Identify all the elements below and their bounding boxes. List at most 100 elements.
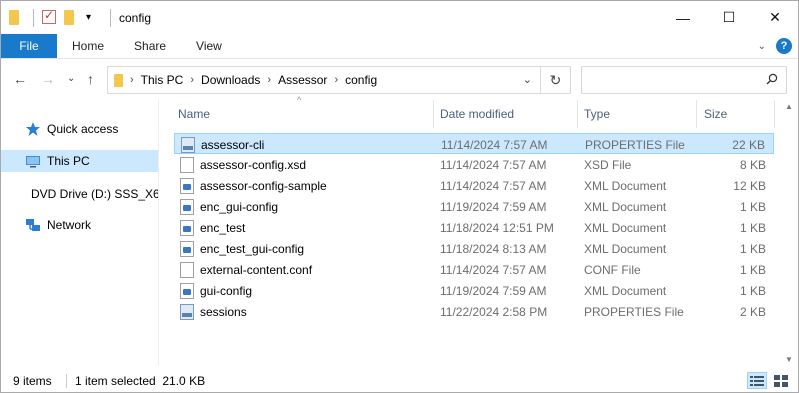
file-name: external-content.conf [200, 262, 313, 277]
maximize-button[interactable]: ☐ [706, 1, 752, 34]
column-header-name[interactable]: Name [178, 100, 210, 128]
up-arrow-icon[interactable]: ↑ [87, 71, 94, 87]
xml-file-icon [180, 198, 194, 215]
file-name-cell: external-content.conf [180, 259, 312, 280]
sidebar-item-label: This PC [47, 154, 90, 168]
customize-toolbar-dropdown-icon[interactable]: ▾ [86, 10, 102, 26]
column-header-size[interactable]: Size [704, 100, 727, 128]
column-divider[interactable] [433, 100, 434, 128]
address-bar[interactable]: › This PC › Downloads › Assessor › confi… [107, 66, 571, 94]
file-name-cell: enc_test_gui-config [180, 238, 304, 259]
chevron-right-icon[interactable]: › [130, 74, 134, 86]
refresh-icon[interactable]: ↻ [540, 67, 570, 93]
tab-home[interactable]: Home [57, 34, 119, 58]
file-type: XML Document [584, 220, 667, 235]
file-size: 2 KB [739, 304, 766, 319]
details-view-button[interactable] [747, 372, 767, 389]
file-date: 11/22/2024 2:58 PM [440, 304, 548, 319]
file-size: 1 KB [739, 283, 766, 298]
large-icons-view-button[interactable] [771, 372, 791, 389]
breadcrumb-this-pc[interactable]: This PC [141, 73, 184, 87]
tab-file[interactable]: File [1, 34, 57, 58]
window-title: config [119, 10, 152, 25]
folder-icon [9, 9, 25, 26]
item-count: 9 items [13, 374, 52, 388]
tab-view[interactable]: View [181, 34, 237, 58]
recent-locations-chevron-icon[interactable]: ⌄ [67, 73, 75, 84]
back-arrow-icon[interactable]: ← [13, 71, 27, 87]
folder-icon [114, 73, 123, 87]
ribbon-tabs: File Home Share View ⌄ ? [1, 34, 798, 58]
expand-ribbon-chevron-icon[interactable]: ⌄ [758, 41, 766, 52]
file-name: assessor-cli [201, 137, 265, 152]
pane-divider[interactable] [158, 100, 159, 366]
explorer-window: ▾ config — ☐ ✕ File Home Share View ⌄ ? … [0, 0, 799, 393]
file-row[interactable]: enc_test_gui-config 11/18/2024 8:13 AM XML… [174, 238, 774, 259]
file-type: XSD File [584, 157, 632, 172]
help-icon[interactable]: ? [776, 38, 792, 54]
vertical-scrollbar[interactable]: ▲ ▼ [782, 100, 796, 366]
computer-icon [26, 156, 40, 168]
xml-file-icon [180, 177, 194, 194]
forward-arrow-icon[interactable]: → [41, 71, 55, 87]
sidebar-item-dvd-drive[interactable]: DVD Drive (D:) SSS_X6 [1, 183, 158, 205]
quick-access-toolbar: ▾ config [1, 1, 151, 34]
file-name: gui-config [200, 283, 253, 298]
file-size: 1 KB [739, 220, 766, 235]
file-row[interactable]: assessor-config.xsd 11/14/2024 7:57 AM XSD… [174, 154, 774, 175]
file-name: enc_test [200, 220, 246, 235]
file-row[interactable]: enc_gui-config 11/19/2024 7:59 AM XML Docu… [174, 196, 774, 217]
sidebar-item-this-pc[interactable]: This PC [1, 150, 158, 172]
file-date: 11/14/2024 7:57 AM [440, 157, 547, 172]
divider [33, 8, 34, 27]
selection-info: 1 item selected 21.0 KB [75, 374, 206, 388]
column-header-date[interactable]: Date modified [440, 100, 514, 128]
chevron-right-icon[interactable]: › [267, 74, 271, 86]
scroll-down-arrow-icon[interactable]: ▼ [785, 355, 793, 364]
breadcrumb-assessor[interactable]: Assessor [278, 73, 327, 87]
large-icons-view-icon [774, 374, 788, 387]
close-button[interactable]: ✕ [752, 1, 798, 34]
column-header-label: Name [178, 107, 211, 121]
divider [110, 8, 111, 27]
address-dropdown-icon[interactable]: ⌄ [523, 73, 532, 86]
file-size: 1 KB [739, 199, 766, 214]
file-row[interactable]: sessions 11/22/2024 2:58 PM PROPERTIES Fil… [174, 301, 774, 322]
file-size: 1 KB [739, 262, 766, 277]
breadcrumb-downloads[interactable]: Downloads [201, 73, 260, 87]
xml-file-icon [180, 282, 194, 299]
file-size: 22 KB [732, 137, 765, 152]
generic-file-icon [180, 156, 194, 173]
divider [66, 374, 67, 388]
file-row[interactable]: enc_test 11/18/2024 12:51 PM XML Document 1… [174, 217, 774, 238]
column-divider[interactable] [774, 100, 775, 128]
sidebar-item-label: DVD Drive (D:) SSS_X6 [31, 187, 158, 201]
properties-check-icon[interactable] [42, 8, 58, 26]
breadcrumb-config[interactable]: config [345, 73, 377, 87]
sidebar-item-network[interactable]: Network [1, 214, 158, 236]
chevron-right-icon[interactable]: › [190, 74, 194, 86]
file-size: 8 KB [739, 157, 766, 172]
file-row[interactable]: assessor-cli 11/14/2024 7:57 AM PROPERTIES… [174, 133, 774, 154]
file-type: XML Document [584, 178, 667, 193]
file-list: Name ^ Date modified Type Size assessor-… [166, 95, 778, 366]
search-input[interactable] [581, 66, 787, 94]
column-header-type[interactable]: Type [584, 100, 610, 128]
sidebar-item-label: Quick access [47, 122, 119, 136]
navigation-pane: Quick access This PC DVD Drive (D:) SSS_… [1, 100, 161, 366]
tab-share[interactable]: Share [119, 34, 181, 58]
sidebar-item-quick-access[interactable]: Quick access [1, 118, 158, 140]
file-name: assessor-config.xsd [200, 157, 307, 172]
file-name-cell: assessor-cli [181, 134, 264, 155]
column-divider[interactable] [577, 100, 578, 128]
new-folder-icon[interactable] [64, 9, 80, 26]
scroll-up-arrow-icon[interactable]: ▲ [785, 102, 793, 111]
file-row[interactable]: gui-config 11/19/2024 7:59 AM XML Document… [174, 280, 774, 301]
properties-file-icon [181, 136, 195, 153]
minimize-button[interactable]: — [660, 1, 706, 34]
chevron-right-icon[interactable]: › [334, 74, 338, 86]
file-row[interactable]: external-content.conf 11/14/2024 7:57 AM C… [174, 259, 774, 280]
file-row[interactable]: assessor-config-sample 11/14/2024 7:57 AM… [174, 175, 774, 196]
column-header-label: Date modified [440, 107, 515, 121]
column-divider[interactable] [696, 100, 697, 128]
